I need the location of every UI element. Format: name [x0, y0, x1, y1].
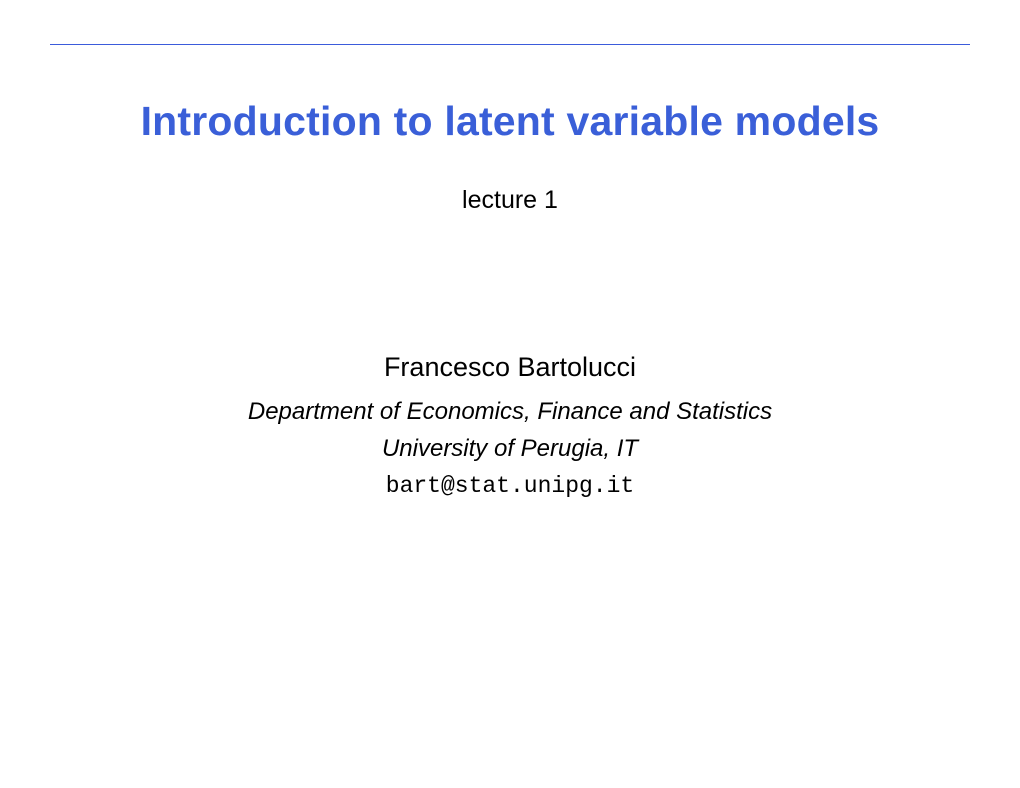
author-name: Francesco Bartolucci	[0, 352, 1020, 383]
slide-title: Introduction to latent variable models	[0, 98, 1020, 145]
author-department: Department of Economics, Finance and Sta…	[0, 393, 1020, 430]
author-block: Francesco Bartolucci Department of Econo…	[0, 352, 1020, 499]
top-rule	[50, 44, 970, 45]
author-email: bart@stat.unipg.it	[0, 473, 1020, 499]
author-university: University of Perugia, IT	[0, 430, 1020, 467]
slide-subtitle: lecture 1	[0, 186, 1020, 215]
